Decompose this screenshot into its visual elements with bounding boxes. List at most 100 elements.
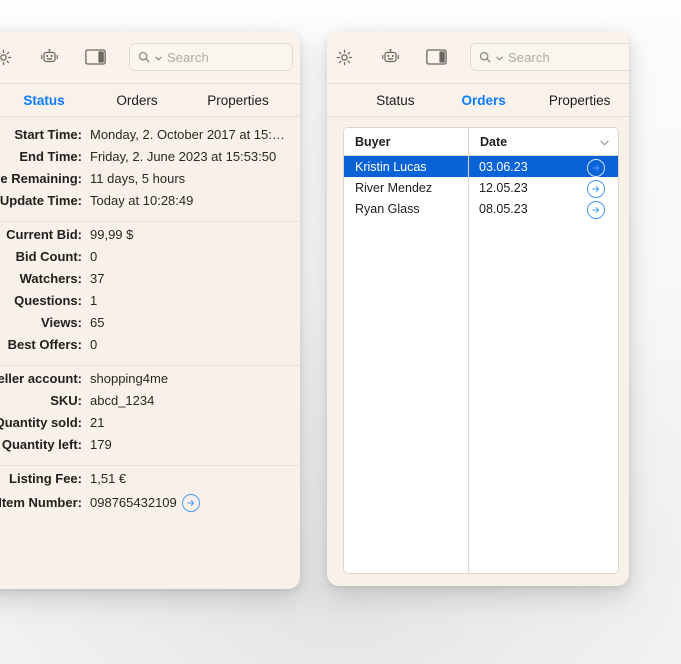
detail-row: End Time: Friday, 2. June 2023 at 15:53:… xyxy=(0,149,300,171)
tab-orders[interactable]: Orders xyxy=(437,93,530,108)
column-divider xyxy=(468,155,469,573)
left-toolbar: Search xyxy=(0,31,300,83)
cell-date-value: 03.06.23 xyxy=(479,159,528,174)
left-tabbar: Status Orders Properties xyxy=(0,83,300,117)
robot-icon[interactable] xyxy=(373,42,407,72)
table-row[interactable]: Kristin Lucas 03.06.23 xyxy=(344,156,618,177)
cell-date: 03.06.23 xyxy=(468,156,618,177)
detail-row: Views: 65 xyxy=(0,315,300,337)
detail-label: Best Offers: xyxy=(7,337,82,352)
detail-label: SKU: xyxy=(50,393,82,408)
detail-label: Questions: xyxy=(14,293,82,308)
detail-value: abcd_1234 xyxy=(90,393,155,408)
detail-label: Listing Fee: xyxy=(9,471,82,486)
detail-label: Watchers: xyxy=(19,271,82,286)
arrow-right-circle-icon[interactable] xyxy=(587,158,605,177)
detail-row: Current Bid: 99,99 $ xyxy=(0,227,300,249)
arrow-right-circle-icon[interactable] xyxy=(181,494,200,512)
detail-row: Watchers: 37 xyxy=(0,271,300,293)
search-icon xyxy=(479,51,491,63)
tab-properties[interactable]: Properties xyxy=(186,93,290,108)
search-icon xyxy=(138,51,150,63)
cell-date: 08.05.23 xyxy=(468,198,618,219)
detail-label: Start Time: xyxy=(14,127,82,142)
cell-buyer: Kristin Lucas xyxy=(355,159,427,174)
detail-label: Quantity sold: xyxy=(0,415,82,430)
detail-value: 1 xyxy=(90,293,98,308)
detail-row: Seller account: shopping4me xyxy=(0,371,300,393)
detail-row: Update Time: Today at 10:28:49 xyxy=(0,193,300,215)
detail-value: 098765432109 xyxy=(90,495,177,510)
arrow-right-circle-icon[interactable] xyxy=(587,179,605,198)
gear-icon[interactable] xyxy=(0,42,20,72)
status-detail-list: Start Time: Monday, 2. October 2017 at 1… xyxy=(0,117,300,521)
detail-label: Current Bid: xyxy=(6,227,82,242)
detail-value: 1,51 € xyxy=(90,471,127,486)
status-panel-window: Search Status Orders Properties Start Ti… xyxy=(0,31,300,589)
detail-value: Monday, 2. October 2017 at 15:… xyxy=(90,127,285,142)
column-header-buyer[interactable]: Buyer xyxy=(344,128,468,155)
detail-label: Item Number: xyxy=(0,495,82,510)
detail-row: Best Offers: 0 xyxy=(0,337,300,359)
detail-row: SKU: abcd_1234 xyxy=(0,393,300,415)
search-placeholder: Search xyxy=(508,49,550,65)
detail-value: 99,99 $ xyxy=(90,227,134,242)
detail-row: Quantity sold: 21 xyxy=(0,415,300,437)
detail-row: Start Time: Monday, 2. October 2017 at 1… xyxy=(0,127,300,149)
cell-date-value: 12.05.23 xyxy=(479,180,528,195)
detail-label: End Time: xyxy=(19,149,82,164)
detail-row: Time Remaining: 11 days, 5 hours xyxy=(0,171,300,193)
tab-status[interactable]: Status xyxy=(0,93,88,108)
detail-value: 0 xyxy=(90,249,98,264)
search-input[interactable]: Search xyxy=(470,43,629,71)
detail-label: Update Time: xyxy=(0,193,82,208)
table-row[interactable]: Ryan Glass 08.05.23 xyxy=(344,198,618,219)
detail-group-timing: Start Time: Monday, 2. October 2017 at 1… xyxy=(0,122,300,221)
cell-buyer: Ryan Glass xyxy=(355,201,420,216)
detail-value: Today at 10:28:49 xyxy=(90,193,194,208)
tab-status[interactable]: Status xyxy=(354,93,438,108)
detail-group-bidding: Current Bid: 99,99 $ Bid Count: 0 Watche… xyxy=(0,221,300,365)
cell-buyer: River Mendez xyxy=(355,180,433,195)
gear-icon[interactable] xyxy=(327,42,361,72)
detail-group-inventory: Seller account: shopping4me SKU: abcd_12… xyxy=(0,365,300,465)
arrow-right-circle-icon[interactable] xyxy=(587,200,605,219)
orders-table: Buyer Date Kristin Lucas 03.06.23 River … xyxy=(343,127,619,574)
detail-row: Item Number: 098765432109 xyxy=(0,493,300,515)
detail-value: Friday, 2. June 2023 at 15:53:50 xyxy=(90,149,277,164)
detail-row: Quantity left: 179 xyxy=(0,437,300,459)
detail-value: 65 xyxy=(90,315,105,330)
chevron-down-icon[interactable] xyxy=(600,135,609,149)
detail-value: 21 xyxy=(90,415,105,430)
search-scope-chevron-down-icon[interactable] xyxy=(496,48,503,66)
detail-row: Listing Fee: 1,51 € xyxy=(0,471,300,493)
right-tabbar: Status Orders Properties xyxy=(327,83,629,117)
cell-date: 12.05.23 xyxy=(468,177,618,198)
detail-value: 11 days, 5 hours xyxy=(90,171,186,186)
detail-row: Bid Count: 0 xyxy=(0,249,300,271)
detail-label: Views: xyxy=(41,315,82,330)
detail-label: Seller account: xyxy=(0,371,82,386)
detail-label: Time Remaining: xyxy=(0,171,82,186)
column-header-date-label: Date xyxy=(480,134,508,149)
search-input[interactable]: Search xyxy=(129,43,293,71)
search-scope-chevron-down-icon[interactable] xyxy=(155,48,162,66)
robot-icon[interactable] xyxy=(32,42,66,72)
detail-value: 0 xyxy=(90,337,98,352)
detail-value: 179 xyxy=(90,437,112,452)
sidebar-toggle-icon[interactable] xyxy=(78,42,112,72)
detail-value: 37 xyxy=(90,271,105,286)
detail-row: Questions: 1 xyxy=(0,293,300,315)
detail-label: Bid Count: xyxy=(15,249,82,264)
cell-date-value: 08.05.23 xyxy=(479,201,528,216)
tab-properties[interactable]: Properties xyxy=(530,93,629,108)
detail-label: Quantity left: xyxy=(1,437,82,452)
orders-panel-window: Search Status Orders Properties Buyer Da… xyxy=(327,31,629,586)
table-header-row: Buyer Date xyxy=(344,128,618,156)
right-toolbar: Search xyxy=(327,31,629,83)
search-placeholder: Search xyxy=(167,49,209,65)
column-header-date[interactable]: Date xyxy=(468,128,618,155)
tab-orders[interactable]: Orders xyxy=(88,93,186,108)
sidebar-toggle-icon[interactable] xyxy=(419,42,453,72)
table-row[interactable]: River Mendez 12.05.23 xyxy=(344,177,618,198)
